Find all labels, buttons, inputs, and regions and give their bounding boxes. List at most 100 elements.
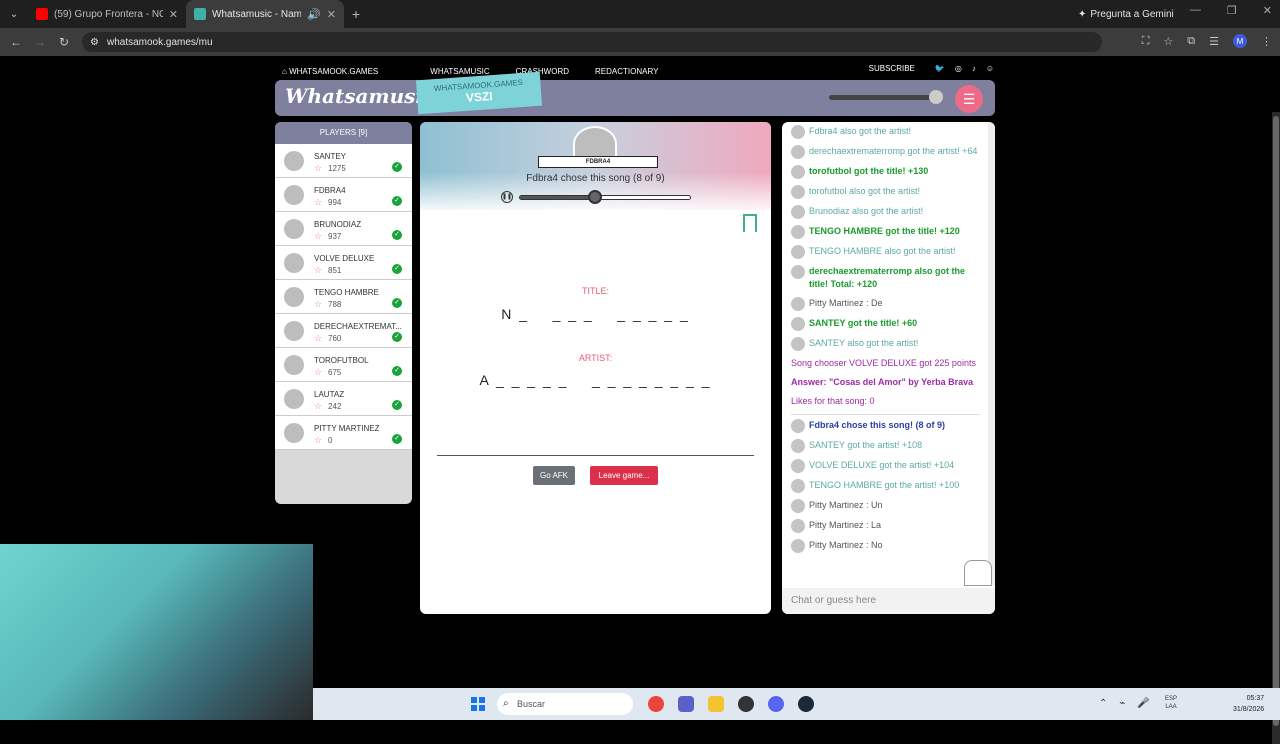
player-name: TENGO HAMBRE xyxy=(314,288,379,297)
player-row[interactable]: TOROFUTBOL ☆ 675 ✓ xyxy=(275,348,412,382)
back-icon[interactable]: ← xyxy=(4,35,28,49)
chat-message-text: TENGO HAMBRE got the artist! +100 xyxy=(809,480,960,490)
close-window-icon[interactable]: ✕ xyxy=(1263,4,1272,17)
close-icon[interactable]: ✕ xyxy=(169,8,178,21)
star-icon: ☆ xyxy=(314,163,323,173)
twitter-icon[interactable]: 🐦 xyxy=(935,64,945,73)
address-bar-icons: ⛶ ☆ ⧉ ☰ M ⋮ xyxy=(1142,34,1272,48)
go-afk-button[interactable]: Go AFK xyxy=(533,466,575,485)
chat-message-text: Fdbra4 also got the artist! xyxy=(809,126,912,136)
chat-message-text: Pitty Martinez : No xyxy=(809,540,883,550)
app-icon[interactable] xyxy=(738,696,754,712)
chat-message: derechaextrematerromp got the artist! +6… xyxy=(791,145,980,159)
player-row[interactable]: LAUTAZ ☆ 242 ✓ xyxy=(275,382,412,416)
sparkle-icon: ✦ xyxy=(1078,8,1087,20)
leave-game-button[interactable]: Leave game... xyxy=(590,466,658,485)
discord-icon[interactable] xyxy=(768,696,784,712)
chat-message: TENGO HAMBRE got the title! +120 xyxy=(791,225,980,239)
player-row[interactable]: DERECHAEXTREMAT... ☆ 760 ✓ xyxy=(275,314,412,348)
address-bar: ← → ↻ ⚙ whatsamook.games/mu ⛶ ☆ ⧉ ☰ M ⋮ xyxy=(0,28,1280,56)
game-panel: FDBRA4 Fdbra4 chose this song (8 of 9) ❚… xyxy=(420,122,771,614)
star-icon[interactable]: ☆ xyxy=(1163,35,1173,48)
subscribe-link[interactable]: SUBSCRIBE xyxy=(869,64,915,73)
scrollbar-thumb[interactable] xyxy=(1273,116,1279,726)
pause-button[interactable]: ❚❚ xyxy=(501,191,513,203)
discord-icon[interactable]: ☺ xyxy=(986,64,994,73)
bookmark-icon[interactable] xyxy=(743,214,757,232)
nav-whatsamusic[interactable]: WHATSAMUSIC xyxy=(430,67,489,76)
player-row[interactable]: BRUNODIAZ ☆ 937 ✓ xyxy=(275,212,412,246)
tab-youtube[interactable]: (59) Grupo Frontera - NO SE VA ✕ xyxy=(28,0,186,28)
start-icon[interactable] xyxy=(471,697,485,711)
taskbar-search[interactable]: ⌕ Buscar xyxy=(497,693,633,715)
avatar xyxy=(791,165,805,179)
kebab-menu-icon[interactable]: ⋮ xyxy=(1261,35,1272,48)
site-logo[interactable]: Whatsamusic xyxy=(285,84,435,108)
player-row[interactable]: FDBRA4 ☆ 994 ✓ xyxy=(275,178,412,212)
extensions-icon[interactable]: ⧉ xyxy=(1187,35,1195,48)
avatar xyxy=(284,389,304,409)
url-input[interactable]: ⚙ whatsamook.games/mu xyxy=(82,32,1102,52)
nav-whatsamook-games[interactable]: ⌂ WHATSAMOOK.GAMES xyxy=(282,67,404,76)
chat-message: Pitty Martinez : Un xyxy=(791,499,980,513)
avatar xyxy=(284,219,304,239)
file-explorer-icon[interactable] xyxy=(708,696,724,712)
player-score: 1275 xyxy=(328,164,346,173)
avatar xyxy=(791,125,805,139)
teams-icon[interactable] xyxy=(678,696,694,712)
volume-slider-handle[interactable] xyxy=(929,90,943,104)
chat-input[interactable]: Chat or guess here xyxy=(782,588,995,614)
avatar xyxy=(284,185,304,205)
avatar xyxy=(284,423,304,443)
forward-icon[interactable]: → xyxy=(28,35,52,49)
minimize-icon[interactable]: — xyxy=(1190,4,1201,17)
volume-slider[interactable] xyxy=(829,95,939,100)
microphone-icon[interactable]: 🎤 xyxy=(1137,698,1149,709)
player-row[interactable]: TENGO HAMBRE ☆ 788 ✓ xyxy=(275,280,412,314)
tab-search-icon[interactable]: ⌄ xyxy=(0,0,28,28)
browser-tab-bar: ⌄ (59) Grupo Frontera - NO SE VA ✕ Whats… xyxy=(0,0,1280,28)
chat-message: TENGO HAMBRE got the artist! +100 xyxy=(791,479,980,493)
language-indicator[interactable]: ESP LAA xyxy=(1165,695,1177,711)
divider xyxy=(437,455,754,456)
player-row[interactable]: VOLVE DELUXE ☆ 851 ✓ xyxy=(275,246,412,280)
avatar xyxy=(791,439,805,453)
player-row[interactable]: PITTY MARTINEZ ☆ 0 ✓ xyxy=(275,416,412,450)
site-info-icon[interactable]: ⚙ xyxy=(90,37,99,48)
chat-panel: Fdbra4 also got the artist! derechaextrem… xyxy=(782,122,995,614)
network-icon[interactable]: ⌁ xyxy=(1119,698,1125,709)
new-tab-button[interactable]: + xyxy=(344,6,368,22)
avatar xyxy=(791,519,805,533)
gemini-button[interactable]: ✦ Pregunta a Gemini xyxy=(1078,5,1174,23)
chooser-name-ribbon: FDBRA4 xyxy=(538,156,658,168)
maximize-icon[interactable]: ❐ xyxy=(1227,4,1237,17)
reload-icon[interactable]: ↻ xyxy=(52,35,76,49)
avatar xyxy=(284,321,304,341)
taskbar-clock[interactable]: 05:37 31/8/2026 xyxy=(1233,693,1264,715)
tab-whatsamusic[interactable]: Whatsamusic - Name That 🔊 ✕ xyxy=(186,0,344,28)
reading-list-icon[interactable]: ☰ xyxy=(1209,35,1219,48)
nav-redactionary[interactable]: REDACTIONARY xyxy=(595,67,658,76)
instagram-icon[interactable]: ◎ xyxy=(955,64,962,73)
steam-icon[interactable] xyxy=(798,696,814,712)
chrome-icon[interactable] xyxy=(648,696,664,712)
hamburger-menu-button[interactable]: ☰ xyxy=(955,85,983,113)
page-scrollbar[interactable] xyxy=(1272,112,1280,744)
system-tray: ⌃ ⌁ 🎤 xyxy=(1099,698,1150,709)
chat-message-text: Pitty Martinez : De xyxy=(809,298,883,308)
tiktok-icon[interactable]: ♪ xyxy=(972,64,976,73)
chevron-up-icon[interactable]: ⌃ xyxy=(1099,698,1107,709)
profile-avatar[interactable]: M xyxy=(1233,34,1247,48)
chat-message-text: Answer: "Cosas del Amor" by Yerba Brava xyxy=(791,377,974,387)
scroll-down-button[interactable] xyxy=(964,560,992,586)
tab-title: (59) Grupo Frontera - NO SE VA xyxy=(54,8,163,20)
player-name: BRUNODIAZ xyxy=(314,220,362,229)
close-icon[interactable]: ✕ xyxy=(327,8,336,21)
chat-scrollbar[interactable] xyxy=(988,122,995,586)
translate-icon[interactable]: ⛶ xyxy=(1142,35,1150,48)
avatar xyxy=(791,145,805,159)
star-icon: ☆ xyxy=(314,231,323,241)
avatar xyxy=(791,205,805,219)
player-row[interactable]: SANTEY ☆ 1275 ✓ xyxy=(275,144,412,178)
speaker-icon[interactable]: 🔊 xyxy=(307,8,321,21)
